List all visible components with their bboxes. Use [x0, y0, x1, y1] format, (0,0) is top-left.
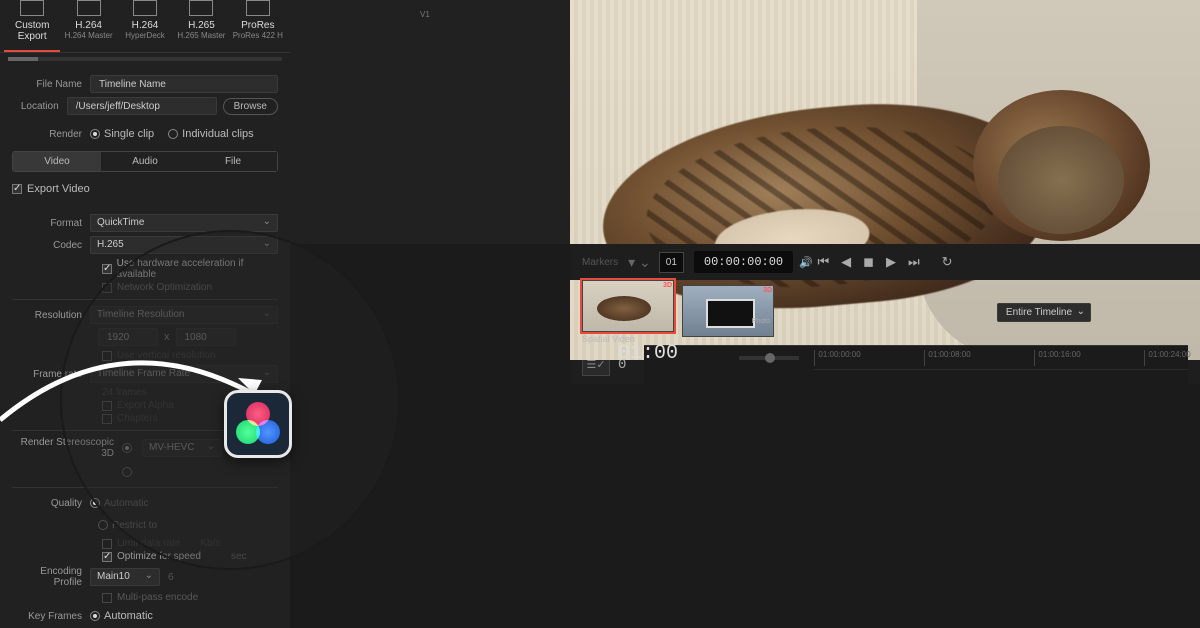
- filename-input[interactable]: [90, 75, 278, 93]
- stereo3d-alt-radio[interactable]: [122, 467, 132, 477]
- encoding-select[interactable]: Main10: [90, 568, 160, 586]
- transport-controls: ⏮ ◀ ◼ ▶ ⏭ ↻: [817, 254, 952, 270]
- single-clip-radio[interactable]: [90, 129, 100, 139]
- res-height-input[interactable]: [176, 328, 236, 346]
- quality-auto-radio[interactable]: [90, 498, 100, 508]
- res-width-input[interactable]: [98, 328, 158, 346]
- hw-accel-label: Use hardware acceleration if available: [117, 258, 278, 280]
- resolution-select[interactable]: Timeline Resolution: [90, 306, 278, 324]
- markers-icon[interactable]: ▾ ⌄: [628, 254, 651, 271]
- settings-tabs: Video Audio File: [12, 151, 278, 172]
- stereo3d-label: Render Stereoscopic 3D: [12, 437, 122, 459]
- limit-check[interactable]: [102, 539, 112, 549]
- preset-prores[interactable]: ProResProRes 422 H: [230, 0, 286, 52]
- export-video-check[interactable]: [12, 184, 22, 194]
- track-label: V1: [420, 10, 430, 19]
- tab-video[interactable]: Video: [13, 152, 101, 171]
- individual-clips-radio[interactable]: [168, 129, 178, 139]
- preset-scrollbar[interactable]: [8, 57, 282, 61]
- preset-h264[interactable]: H.264H.264 Master: [60, 0, 116, 52]
- format-label: Format: [12, 218, 90, 229]
- individual-clips-text: Individual clips: [182, 128, 254, 140]
- first-frame-button[interactable]: ⏮: [817, 254, 829, 270]
- export-video-label: Export Video: [27, 183, 90, 195]
- clip-thumb-photo[interactable]: 3D Photo: [682, 285, 774, 339]
- tab-audio[interactable]: Audio: [101, 152, 189, 171]
- framerate-label: Frame rate: [12, 369, 90, 380]
- optimize-check[interactable]: [102, 552, 112, 562]
- filename-label: File Name: [12, 79, 90, 90]
- quality-label: Quality: [12, 498, 90, 509]
- quality-restrict-radio[interactable]: [98, 520, 108, 530]
- preset-custom[interactable]: Custom Export: [4, 0, 60, 52]
- last-frame-button[interactable]: ⏭: [908, 254, 920, 270]
- timeline-zoom-slider[interactable]: [739, 356, 799, 360]
- timeline-ruler[interactable]: 01:00:00:00 01:00:08:00 01:00:16:00 01:0…: [814, 346, 1188, 370]
- format-select[interactable]: QuickTime: [90, 214, 278, 232]
- encoding-label: Encoding Profile: [12, 566, 90, 588]
- export-alpha-check[interactable]: [102, 401, 112, 411]
- vertical-label: Use vertical resolution: [117, 350, 215, 361]
- thumb-number-badge: 01: [659, 252, 684, 273]
- stop-button[interactable]: ◼: [863, 254, 874, 270]
- source-timecode: 00:00:00:00: [694, 251, 793, 273]
- browse-button[interactable]: Browse: [223, 98, 278, 115]
- chapters-check[interactable]: [102, 414, 112, 424]
- network-check[interactable]: [102, 283, 112, 293]
- speaker-icon[interactable]: 🔊: [799, 256, 813, 269]
- play-button[interactable]: ▶: [886, 254, 896, 270]
- render-range-select[interactable]: Entire Timeline: [997, 303, 1091, 322]
- loop-button[interactable]: ↻: [942, 254, 953, 270]
- stereo3d-select[interactable]: MV-HEVC: [142, 439, 222, 457]
- framerate-sub: 24 frames: [102, 387, 146, 398]
- single-clip-text: Single clip: [104, 128, 154, 140]
- framerate-select[interactable]: Timeline Frame Rate: [90, 365, 278, 383]
- keyframes-label: Key Frames: [12, 611, 90, 622]
- network-label: Network Optimization: [117, 282, 212, 293]
- resolution-label: Resolution: [12, 310, 90, 321]
- location-input[interactable]: [67, 97, 217, 115]
- preset-hyperdeck[interactable]: H.264HyperDeck: [117, 0, 173, 52]
- codec-select[interactable]: H.265: [90, 236, 278, 254]
- export-presets: Custom Export H.264H.264 Master H.264Hyp…: [0, 0, 290, 53]
- codec-label: Codec: [12, 240, 90, 251]
- location-label: Location: [12, 101, 67, 112]
- davinci-resolve-app-icon: [224, 390, 292, 458]
- play-reverse-button[interactable]: ◀: [841, 254, 851, 270]
- multipass-check[interactable]: [102, 593, 112, 603]
- tab-file[interactable]: File: [189, 152, 277, 171]
- viewer-timecode: 01:00: [618, 342, 678, 365]
- hw-accel-check[interactable]: [102, 264, 112, 274]
- stereo3d-mvhevc-radio[interactable]: [122, 443, 132, 453]
- main-area: 01:00 Markers ▾ ⌄ 01 00:00:00:00 🔊 ⏮ ◀ ◼…: [290, 0, 1200, 628]
- keyframes-auto-radio[interactable]: [90, 611, 100, 621]
- markers-label: Markers: [582, 257, 618, 268]
- vertical-check[interactable]: [102, 351, 112, 361]
- preset-h265[interactable]: H.265H.265 Master: [173, 0, 229, 52]
- clip-thumb-spatial[interactable]: 3D Spatial Video: [582, 280, 674, 344]
- render-label: Render: [12, 129, 90, 140]
- deliver-sidebar: Custom Export H.264H.264 Master H.264Hyp…: [0, 0, 290, 628]
